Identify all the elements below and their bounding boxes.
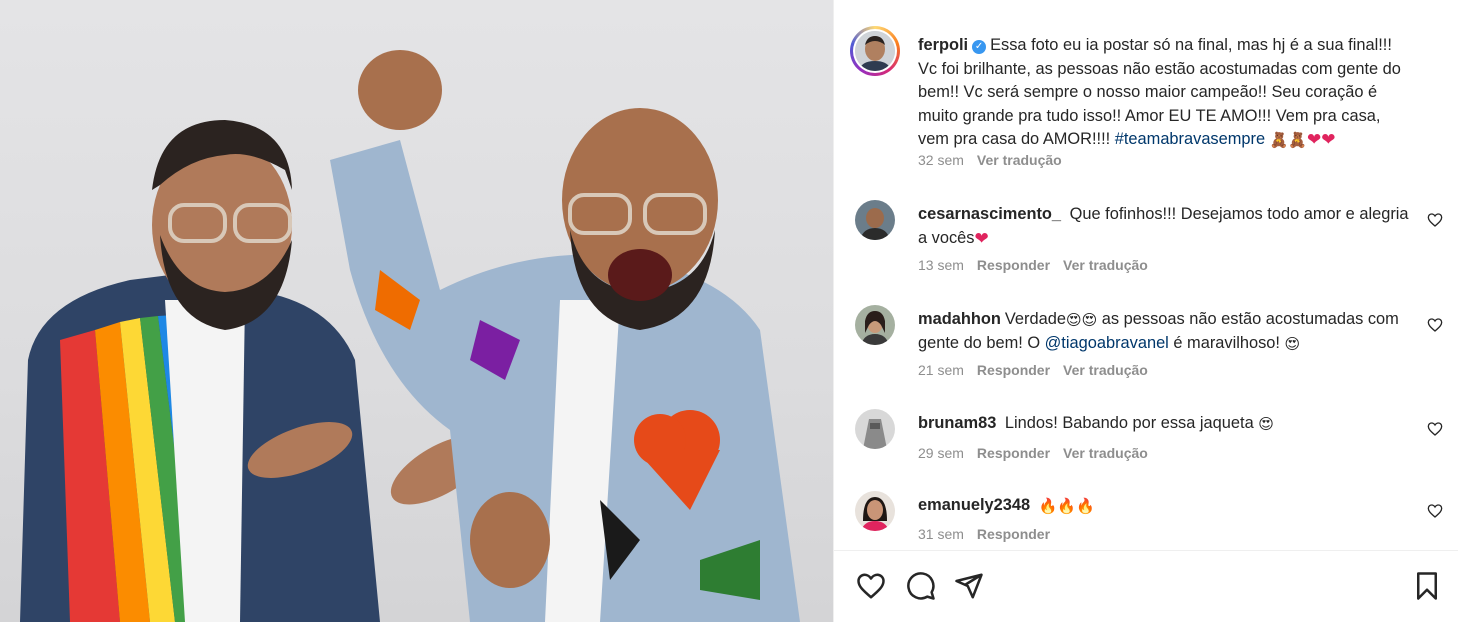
like-comment-heart-icon[interactable] [1427, 212, 1443, 228]
post-photo[interactable] [0, 0, 833, 622]
mention-link[interactable]: @tiagoabravanel [1045, 334, 1169, 352]
post-side-panel: ferpoli ✓ Essa foto eu ia postar só na fin… [833, 0, 1458, 622]
commenter-avatar[interactable] [855, 305, 895, 345]
like-comment-heart-icon[interactable] [1427, 503, 1443, 519]
translate-button[interactable]: Ver tradução [1063, 445, 1148, 461]
author-username[interactable]: ferpoli [918, 36, 968, 54]
bookmark-icon[interactable] [1412, 571, 1442, 601]
comment-meta: 29 sem Responder Ver tradução [918, 445, 1161, 461]
comment-username[interactable]: emanuely2348 [918, 496, 1030, 514]
comment-item: brunam83 Lindos! Babando por essa jaquet… [834, 409, 1458, 479]
heart-eyes-emoji: 😍 [1258, 416, 1274, 433]
verified-badge-icon: ✓ [972, 40, 987, 54]
comment-username[interactable]: brunam83 [918, 414, 996, 432]
caption-meta: 32 sem Ver tradução [918, 152, 1075, 168]
comment-timestamp[interactable]: 21 sem [918, 362, 964, 378]
comment-icon[interactable] [906, 571, 936, 601]
comment-text: madahhon Verdade😍😍 as pessoas não estão a… [918, 308, 1414, 355]
share-icon[interactable] [954, 571, 984, 601]
like-comment-heart-icon[interactable] [1427, 317, 1443, 333]
comment-text: brunam83 Lindos! Babando por essa jaquet… [918, 412, 1414, 436]
hashtag-link[interactable]: #teamabravasempre [1115, 130, 1265, 148]
post-photo-illustration [20, 50, 800, 622]
fire-emoji: 🔥🔥🔥 [1038, 498, 1095, 515]
red-heart-emoji: ❤ [974, 228, 989, 248]
like-comment-heart-icon[interactable] [1427, 421, 1443, 437]
comment-meta: 21 sem Responder Ver tradução [918, 362, 1161, 378]
comment-meta: 31 sem Responder [918, 526, 1063, 542]
comment-timestamp[interactable]: 13 sem [918, 257, 964, 273]
comment-text: emanuely2348 🔥🔥🔥 [918, 494, 1414, 518]
comment-timestamp[interactable]: 31 sem [918, 526, 964, 542]
caption-translate-button[interactable]: Ver tradução [977, 152, 1062, 168]
caption-text: ferpoli ✓ Essa foto eu ia postar só na fin… [918, 34, 1414, 152]
comment-text: cesarnascimento_ Que fofinhos!!! Desejam… [918, 203, 1414, 250]
comment-item: emanuely2348 🔥🔥🔥 31 sem Responder [834, 491, 1458, 550]
comment-username[interactable]: madahhon [918, 310, 1001, 328]
translate-button[interactable]: Ver tradução [1063, 257, 1148, 273]
caption-timestamp[interactable]: 32 sem [918, 152, 964, 168]
red-heart-emoji: ❤❤ [1307, 130, 1336, 149]
commenter-avatar[interactable] [855, 409, 895, 449]
post-action-bar [834, 550, 1458, 622]
caption: ferpoli ✓ Essa foto eu ia postar só na fin… [834, 0, 1458, 190]
reply-button[interactable]: Responder [977, 445, 1050, 461]
reply-button[interactable]: Responder [977, 257, 1050, 273]
comment-item: madahhon Verdade😍😍 as pessoas não estão a… [834, 305, 1458, 395]
comment-timestamp[interactable]: 29 sem [918, 445, 964, 461]
teddy-bear-emoji: 🧸🧸 [1269, 132, 1308, 149]
comment-username[interactable]: cesarnascimento_ [918, 205, 1061, 223]
comments-list[interactable]: ferpoli ✓ Essa foto eu ia postar só na fin… [834, 0, 1458, 550]
comment-body: é maravilhoso! [1168, 333, 1285, 352]
reply-button[interactable]: Responder [977, 526, 1050, 542]
comment-body: Verdade [1004, 310, 1066, 328]
reply-button[interactable]: Responder [977, 362, 1050, 378]
heart-eyes-emoji: 😍 [1284, 335, 1301, 353]
heart-eyes-emoji: 😍😍 [1065, 312, 1098, 329]
profile-avatar[interactable] [850, 26, 900, 76]
commenter-avatar[interactable] [855, 200, 895, 240]
translate-button[interactable]: Ver tradução [1063, 362, 1148, 378]
comment-item: cesarnascimento_ Que fofinhos!!! Desejam… [834, 200, 1458, 290]
comment-body: Lindos! Babando por essa jaqueta [1004, 414, 1259, 432]
heart-icon[interactable] [856, 571, 886, 601]
commenter-avatar[interactable] [855, 491, 895, 531]
comment-meta: 13 sem Responder Ver tradução [918, 257, 1161, 273]
